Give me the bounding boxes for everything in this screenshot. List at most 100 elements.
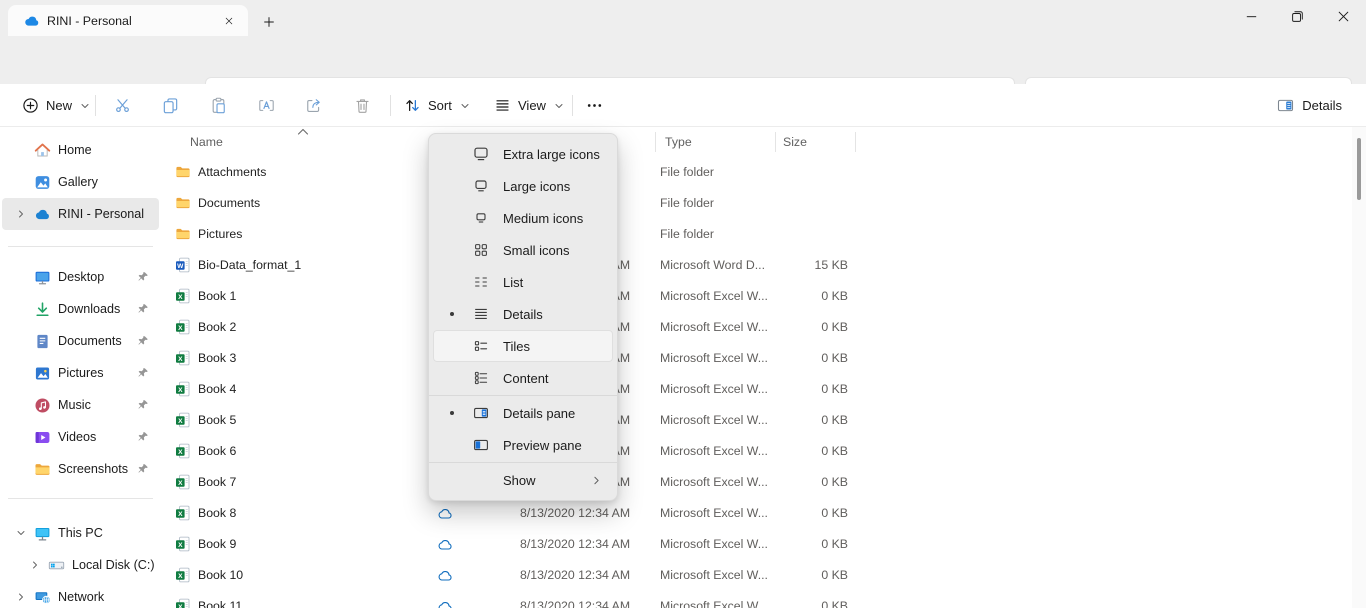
column-header-name[interactable]: Name: [190, 135, 223, 149]
expander-chevron-icon[interactable]: [8, 429, 34, 445]
copy-button[interactable]: [152, 89, 188, 122]
file-row[interactable]: X Book 4 8/13/2020 12:34 AM Microsoft Ex…: [162, 374, 1352, 405]
details-pane-toggle-button[interactable]: Details: [1267, 89, 1352, 122]
file-row[interactable]: X Book 7 8/13/2020 12:34 AM Microsoft Ex…: [162, 467, 1352, 498]
home-icon: [34, 142, 51, 159]
more-options-button[interactable]: [576, 89, 612, 122]
file-name[interactable]: Book 8: [198, 506, 236, 520]
expander-chevron-icon[interactable]: [8, 269, 34, 285]
expander-chevron-icon[interactable]: [8, 365, 34, 381]
file-row[interactable]: Documents File folder: [162, 188, 1352, 219]
maximize-button[interactable]: [1274, 0, 1320, 33]
file-size: 0 KB: [722, 320, 848, 334]
view-menu-item-list[interactable]: List: [433, 266, 613, 298]
expander-chevron-icon[interactable]: [8, 397, 34, 413]
view-menu-item-tiles[interactable]: Tiles: [433, 330, 613, 362]
file-name[interactable]: Book 6: [198, 444, 236, 458]
new-tab-button[interactable]: [256, 9, 282, 35]
file-row[interactable]: X Book 8 8/13/2020 12:34 AM Microsoft Ex…: [162, 498, 1352, 529]
pin-icon: [137, 335, 149, 347]
view-menu-item-extra-large-icons[interactable]: Extra large icons: [433, 138, 613, 170]
file-name[interactable]: Book 1: [198, 289, 236, 303]
expander-chevron-icon[interactable]: [8, 461, 34, 477]
view-menu-item-small-icons[interactable]: Small icons: [433, 234, 613, 266]
file-row[interactable]: X Book 3 8/13/2020 12:34 AM Microsoft Ex…: [162, 343, 1352, 374]
paste-button[interactable]: [200, 89, 236, 122]
vertical-scrollbar[interactable]: [1352, 127, 1366, 608]
column-divider[interactable]: [855, 132, 856, 152]
file-row[interactable]: X Book 11 8/13/2020 12:34 AM Microsoft E…: [162, 591, 1352, 608]
column-header-size[interactable]: Size: [783, 135, 807, 149]
file-name[interactable]: Book 9: [198, 537, 236, 551]
excel-file-icon: X: [175, 412, 191, 428]
new-button-label: New: [46, 98, 72, 113]
expander-chevron-icon[interactable]: [8, 142, 34, 158]
sidebar-item-local-disk-c[interactable]: Local Disk (C:): [2, 549, 159, 581]
sidebar-item-home[interactable]: Home: [2, 134, 159, 166]
file-name[interactable]: Documents: [198, 196, 260, 210]
file-row[interactable]: X Book 9 8/13/2020 12:34 AM Microsoft Ex…: [162, 529, 1352, 560]
file-name[interactable]: Book 5: [198, 413, 236, 427]
column-divider[interactable]: [655, 132, 656, 152]
file-name[interactable]: Book 11: [198, 599, 242, 608]
file-row[interactable]: X Book 2 8/13/2020 12:34 AM Microsoft Ex…: [162, 312, 1352, 343]
file-row[interactable]: X Book 6 8/13/2020 12:34 AM Microsoft Ex…: [162, 436, 1352, 467]
sidebar-item-videos[interactable]: Videos: [2, 421, 159, 453]
file-name[interactable]: Pictures: [198, 227, 242, 241]
expander-chevron-icon[interactable]: [8, 301, 34, 317]
share-button[interactable]: [295, 89, 331, 122]
rename-button[interactable]: [248, 89, 284, 122]
sidebar-item-music[interactable]: Music: [2, 389, 159, 421]
file-row[interactable]: X Book 1 8/13/2020 12:34 AM Microsoft Ex…: [162, 281, 1352, 312]
close-button[interactable]: [1320, 0, 1366, 33]
file-name[interactable]: Book 2: [198, 320, 236, 334]
view-menu-item-medium-icons[interactable]: Medium icons: [433, 202, 613, 234]
file-name[interactable]: Book 4: [198, 382, 236, 396]
sidebar-item-label: Documents: [58, 334, 122, 348]
expander-chevron-icon[interactable]: [8, 174, 34, 190]
file-name[interactable]: Bio-Data_format_1: [198, 258, 301, 272]
sidebar-item-pictures[interactable]: Pictures: [2, 357, 159, 389]
view-menu-item-content[interactable]: Content: [433, 362, 613, 394]
file-row[interactable]: X Book 5 8/13/2020 12:34 AM Microsoft Ex…: [162, 405, 1352, 436]
sidebar-item-screenshots[interactable]: Screenshots: [2, 453, 159, 485]
file-row[interactable]: X Book 10 8/13/2020 12:34 AM Microsoft E…: [162, 560, 1352, 591]
new-button[interactable]: New: [14, 89, 99, 122]
column-header-type[interactable]: Type: [665, 135, 692, 149]
file-name[interactable]: Book 3: [198, 351, 236, 365]
sidebar-item-label: Pictures: [58, 366, 104, 380]
tab-close-icon[interactable]: [218, 10, 240, 32]
chevron-down-icon[interactable]: [8, 525, 34, 541]
view-menu-item-details-pane[interactable]: Details pane: [433, 397, 613, 429]
paste-icon: [210, 97, 227, 114]
file-name[interactable]: Attachments: [198, 165, 266, 179]
sidebar-item-gallery[interactable]: Gallery: [2, 166, 159, 198]
chevron-right-icon[interactable]: [8, 206, 34, 222]
file-name[interactable]: Book 10: [198, 568, 243, 582]
cut-button[interactable]: [104, 89, 140, 122]
chevron-right-icon[interactable]: [8, 589, 34, 605]
sidebar-item-documents[interactable]: Documents: [2, 325, 159, 357]
sidebar-item-downloads[interactable]: Downloads: [2, 293, 159, 325]
file-row[interactable]: Attachments File folder: [162, 157, 1352, 188]
chevron-right-icon[interactable]: [22, 557, 48, 573]
view-button[interactable]: View: [488, 89, 571, 122]
view-menu-item-large-icons[interactable]: Large icons: [433, 170, 613, 202]
file-row[interactable]: W Bio-Data_format_1 8/13/2020 12:34 AM M…: [162, 250, 1352, 281]
explorer-tab[interactable]: RINI - Personal: [8, 5, 248, 36]
sidebar-item-this-pc[interactable]: This PC: [2, 517, 159, 549]
file-name[interactable]: Book 7: [198, 475, 236, 489]
sidebar-item-desktop[interactable]: Desktop: [2, 261, 159, 293]
sort-button[interactable]: Sort: [398, 89, 477, 122]
view-menu-item-preview-pane[interactable]: Preview pane: [433, 429, 613, 461]
file-row[interactable]: Pictures File folder: [162, 219, 1352, 250]
sidebar-item-rini-personal[interactable]: RINI - Personal: [2, 198, 159, 230]
sidebar-item-network[interactable]: Network: [2, 581, 159, 608]
column-divider[interactable]: [775, 132, 776, 152]
view-menu-item-show[interactable]: Show: [433, 464, 613, 496]
minimize-button[interactable]: [1228, 0, 1274, 33]
delete-button[interactable]: [344, 89, 380, 122]
expander-chevron-icon[interactable]: [8, 333, 34, 349]
view-menu-item-details[interactable]: Details: [433, 298, 613, 330]
scrollbar-thumb[interactable]: [1357, 138, 1361, 200]
